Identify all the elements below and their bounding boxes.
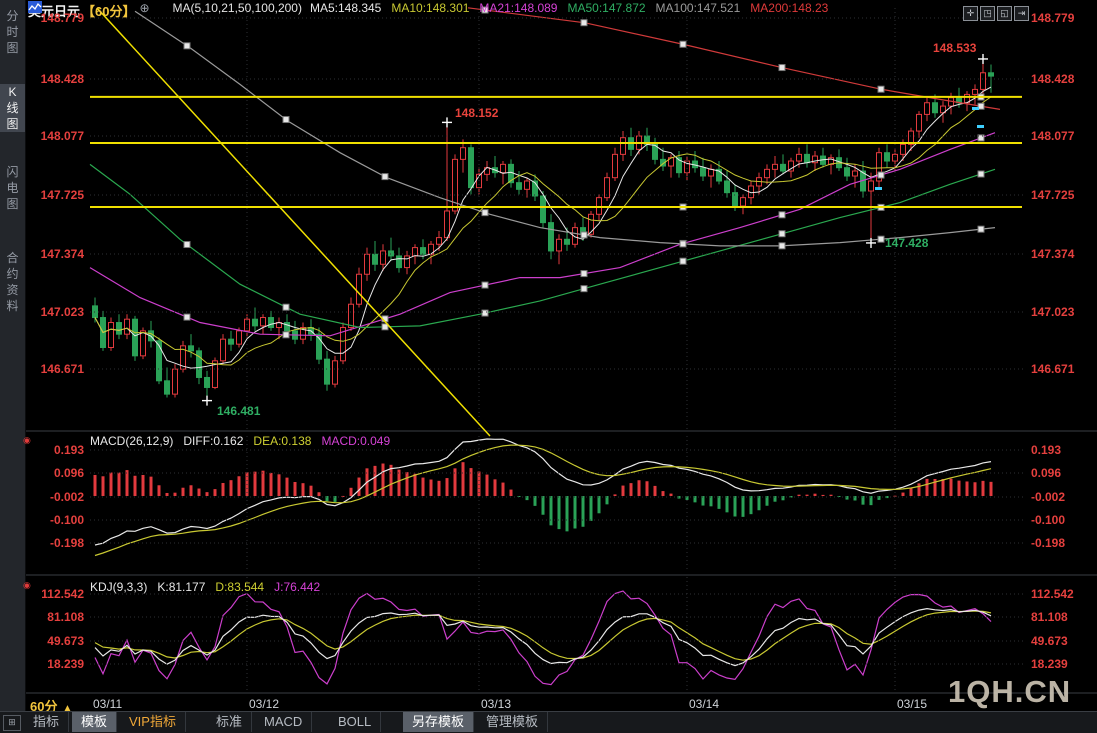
time-label: 03/12 (249, 697, 280, 711)
chart-canvas[interactable] (0, 0, 1097, 732)
ma-value: MA100:147.521 (655, 1, 741, 15)
ma-value: MA50:147.872 (567, 1, 646, 15)
price-label: 112.542 (41, 587, 84, 601)
price-label: 0.193 (53, 443, 84, 457)
macd-title[interactable]: MACD(26,12,9) (90, 434, 173, 448)
window-icons: ✛ ◳ ◱ ⇥ (961, 3, 1029, 21)
price-label: 81.108 (1031, 610, 1068, 624)
kdj-d-value: D:83.544 (215, 580, 265, 594)
toolbar-tab-管理模板[interactable]: 管理模板 (477, 712, 549, 732)
price-label: 112.542 (1031, 587, 1074, 601)
price-label: 0.096 (53, 466, 84, 480)
price-label: 0.096 (1031, 466, 1062, 480)
price-label: 147.725 (40, 188, 84, 202)
price-label: 0.193 (1031, 443, 1062, 457)
price-label: 147.374 (40, 247, 84, 261)
macd-diff-value: DIFF:0.162 (183, 434, 244, 448)
extreme-price-annotation: 148.152 (455, 106, 499, 121)
price-label: 147.374 (1031, 247, 1075, 261)
toolbar-tab-另存模板[interactable]: 另存模板 (403, 712, 475, 732)
sidebar-item-闪电图[interactable]: 闪 电 图 (0, 164, 25, 212)
kdj-j-value: J:76.442 (274, 580, 321, 594)
kdj-title[interactable]: KDJ(9,3,3) (90, 580, 147, 594)
price-label: 148.077 (40, 129, 84, 143)
price-label: 148.779 (40, 11, 84, 25)
price-label: 147.023 (1031, 305, 1075, 319)
mini-chart-icon (28, 1, 168, 14)
price-label: 18.239 (47, 657, 84, 671)
price-label: 49.673 (47, 634, 84, 648)
time-label: 03/14 (689, 697, 720, 711)
ma-value: MA200:148.23 (750, 1, 829, 15)
time-label: 03/15 (897, 697, 928, 711)
price-label: -0.002 (1031, 490, 1066, 504)
sidebar-item-合约资料[interactable]: 合 约 资 料 (0, 250, 25, 314)
sidebar-item-K线图[interactable]: K 线 图 (0, 84, 25, 132)
price-label: 147.023 (40, 305, 84, 319)
price-label: 18.239 (1031, 657, 1068, 671)
chart-window: 分 时 图K 线 图闪 电 图合 约 资 料 美元日元 【60分】 ⊕ MA(5,10… (0, 0, 1097, 733)
window-icon-3[interactable]: ⇥ (1014, 6, 1029, 21)
ma-value: MA21:148.089 (479, 1, 558, 15)
ma-value: MA10:148.301 (391, 1, 470, 15)
macd-dea-value: DEA:0.138 (253, 434, 312, 448)
price-label: -0.100 (1031, 513, 1066, 527)
price-label: -0.002 (49, 490, 84, 504)
time-label: 03/11 (93, 697, 123, 711)
price-label: -0.198 (49, 536, 84, 550)
price-label: 148.077 (1031, 129, 1075, 143)
toolbar-tab-VIP指标[interactable]: VIP指标 (120, 712, 186, 732)
chart-header: 美元日元 【60分】 ⊕ MA(5,10,21,50,100,200) MA5:148.… (28, 1, 1068, 19)
price-label: 146.671 (1031, 362, 1075, 376)
layout-grid-icon[interactable]: ⊞ (3, 715, 21, 731)
left-sidebar: 分 时 图 K 线 图闪 电 图合 约 资 料 (0, 0, 26, 732)
extreme-price-annotation: 146.481 (217, 403, 261, 418)
kdj-header: KDJ(9,3,3) K:81.177 D:83.544 J:76.442 (90, 580, 320, 594)
toolbar-tab-BOLL[interactable]: BOLL (329, 712, 382, 732)
price-label: -0.198 (1031, 536, 1066, 550)
window-icon-1[interactable]: ◳ (980, 6, 995, 21)
ma-values: MA5:148.345 MA10:148.301 MA21:148.089 MA50:… (310, 1, 838, 15)
ma-group-label[interactable]: MA(5,10,21,50,100,200) (173, 1, 302, 15)
price-label: 81.108 (47, 610, 84, 624)
time-label: 03/13 (481, 697, 512, 711)
sidebar-item-分时图[interactable]: 分 时 图 (0, 8, 25, 56)
toolbar-tab-模板[interactable]: 模板 (72, 712, 118, 732)
extreme-price-annotation: 148.533 (933, 40, 977, 55)
window-icon-2[interactable]: ◱ (997, 6, 1012, 21)
period-badge[interactable]: 【60分】 (82, 4, 135, 19)
price-label: 148.428 (1031, 72, 1075, 86)
price-label: 49.673 (1031, 634, 1068, 648)
price-label: -0.100 (49, 513, 84, 527)
ma-value: MA5:148.345 (309, 1, 382, 15)
price-label: 148.779 (1031, 11, 1075, 25)
price-label: 147.725 (1031, 188, 1075, 202)
extreme-price-annotation: 147.428 (885, 235, 929, 250)
price-label: 148.428 (40, 72, 84, 86)
site-watermark: 1QH.CN (948, 674, 1072, 709)
toolbar-tab-指标[interactable]: 指标 (24, 712, 70, 732)
toolbar-tab-MACD[interactable]: MACD (255, 712, 313, 732)
add-indicator-icon[interactable]: ⊕ (139, 1, 149, 15)
macd-hist-value: MACD:0.049 (321, 434, 391, 448)
price-label: 146.671 (40, 362, 84, 376)
kdj-k-value: K:81.177 (157, 580, 206, 594)
macd-header: MACD(26,12,9) DIFF:0.162 DEA:0.138 MACD:0.0… (90, 434, 390, 448)
window-icon-0[interactable]: ✛ (963, 6, 978, 21)
toolbar-tab-标准[interactable]: 标准 (207, 712, 253, 732)
bottom-toolbar: ⊞ 指标 模板 VIP指标 标准 MACD BOLL 另存模板 管理模板 (0, 711, 1097, 733)
